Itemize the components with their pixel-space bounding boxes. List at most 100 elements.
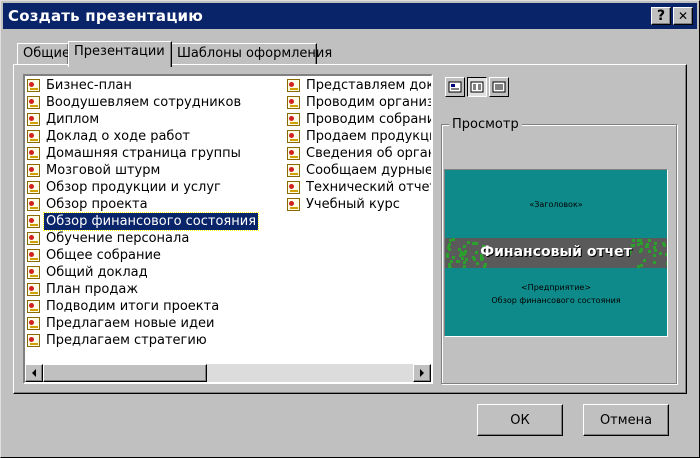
band-speckle	[647, 238, 651, 242]
band-speckle	[639, 264, 643, 268]
presentation-template-icon	[27, 249, 40, 262]
list-item-label: Воодушевляем сотрудников	[46, 95, 242, 110]
list-item[interactable]: Предлагаем новые идеи	[26, 315, 258, 332]
presentation-template-icon	[287, 147, 300, 160]
list-column-1: Бизнес-план Воодушевляем сотрудников Дипло…	[26, 77, 260, 349]
slide-title: Финансовый отчет	[480, 244, 632, 260]
list-item-label: Обзор продукции и услуг	[46, 180, 221, 195]
list-view-button[interactable]	[467, 77, 487, 97]
band-speckle	[665, 262, 667, 266]
list-item[interactable]: Подводим итоги проекта	[26, 298, 258, 315]
list-item[interactable]: Проводим организаци	[286, 94, 431, 111]
list-item-label: Подводим итоги проекта	[46, 299, 220, 314]
presentation-template-icon	[287, 113, 300, 126]
list-item[interactable]: Бизнес-план	[26, 77, 258, 94]
scroll-left-button[interactable]	[25, 364, 43, 382]
list-column-2: Представляем доклад Проводим организаци Пр…	[286, 77, 431, 213]
presentation-template-icon	[27, 164, 40, 177]
presentation-template-icon	[27, 96, 40, 109]
list-item[interactable]: Общий доклад	[26, 264, 258, 281]
list-item[interactable]: Продаем продукцию и	[286, 128, 431, 145]
presentation-template-icon	[287, 130, 300, 143]
slide-preview: «Заголовок» Финансовый отчет <Предприяти…	[445, 170, 667, 336]
help-button[interactable]: ?	[651, 7, 671, 25]
presentation-template-icon	[27, 266, 40, 279]
ok-button[interactable]: ОК	[477, 404, 563, 436]
cancel-button[interactable]: Отмена	[583, 404, 669, 436]
band-speckle	[456, 259, 460, 263]
band-speckle	[462, 264, 466, 268]
list-item[interactable]: Учебный курс	[286, 196, 431, 213]
list-item[interactable]: Воодушевляем сотрудников	[26, 94, 258, 111]
band-speckle	[636, 264, 640, 268]
presentation-template-icon	[27, 334, 40, 347]
presentation-template-icon	[27, 215, 40, 228]
presentation-template-icon	[27, 300, 40, 313]
details-view-button[interactable]	[489, 77, 509, 97]
horizontal-scrollbar[interactable]	[25, 364, 431, 382]
band-speckle	[475, 262, 479, 266]
list-item[interactable]: Диплом	[26, 111, 258, 128]
list-item-label: План продаж	[46, 282, 139, 297]
list-item[interactable]: Предлагаем стратегию	[26, 332, 258, 349]
list-item-label: Обзор проекта	[46, 197, 148, 212]
list-view-icon	[470, 81, 484, 93]
list-item-label: Домашняя страница группы	[46, 146, 241, 161]
list-item[interactable]: Проводим собрание	[286, 111, 431, 128]
list-item-label: Общий доклад	[46, 265, 148, 280]
list-item[interactable]: Представляем доклад	[286, 77, 431, 94]
presentation-template-icon	[27, 198, 40, 211]
list-item-label: Сообщаем дурные нов	[306, 163, 431, 178]
title-bar[interactable]: Создать презентацию ? ✕	[3, 3, 697, 29]
dialog-title: Создать презентацию	[8, 7, 204, 25]
presentation-template-icon	[27, 113, 40, 126]
presentation-template-icon	[27, 181, 40, 194]
list-item-label: Представляем доклад	[306, 78, 431, 93]
list-item[interactable]: Домашняя страница группы	[26, 145, 258, 162]
band-speckle	[636, 238, 640, 242]
presentation-template-icon	[287, 96, 300, 109]
list-item-label: Обзор финансового состояния	[42, 212, 260, 231]
tab-presentations[interactable]: Презентации	[68, 41, 172, 67]
list-item[interactable]: Общее собрание	[26, 247, 258, 264]
list-item[interactable]: Обзор проекта	[26, 196, 258, 213]
presentation-list[interactable]: Бизнес-план Воодушевляем сотрудников Дипло…	[23, 74, 433, 384]
list-item[interactable]: Обучение персонала	[26, 230, 258, 247]
band-speckle	[448, 265, 452, 268]
presentation-template-icon	[287, 181, 300, 194]
band-speckle	[448, 239, 452, 243]
preview-image: «Заголовок» Финансовый отчет <Предприяти…	[444, 169, 668, 337]
presentation-template-icon	[27, 317, 40, 330]
close-button[interactable]: ✕	[673, 7, 693, 25]
large-icons-view-button[interactable]	[445, 77, 465, 97]
list-item-label: Доклад о ходе работ	[46, 129, 190, 144]
list-item-label: Бизнес-план	[46, 78, 132, 93]
tab-design-templates[interactable]: Шаблоны оформления	[171, 43, 332, 65]
list-item-label: Продаем продукцию и	[306, 129, 431, 144]
presentation-template-icon	[287, 198, 300, 211]
list-item[interactable]: Обзор финансового состояния	[26, 212, 260, 231]
slide-subtitle: Обзор финансового состояния	[491, 296, 621, 305]
arrow-right-icon	[420, 369, 424, 377]
scroll-thumb[interactable]	[43, 364, 207, 382]
list-item[interactable]: План продаж	[26, 281, 258, 298]
slide-top-placeholder: «Заголовок»	[529, 200, 583, 209]
details-view-icon	[492, 81, 506, 93]
preview-label: Просмотр	[449, 117, 522, 132]
list-item-label: Учебный курс	[306, 197, 400, 212]
list-item-label: Общее собрание	[46, 248, 161, 263]
list-item[interactable]: Доклад о ходе работ	[26, 128, 258, 145]
list-item[interactable]: Обзор продукции и услуг	[26, 179, 258, 196]
list-item-label: Диплом	[46, 112, 100, 127]
presentation-template-icon	[27, 79, 40, 92]
list-item[interactable]: Мозговой штурм	[26, 162, 258, 179]
list-item-label: Проводим собрание	[306, 112, 431, 127]
slide-company: <Предприятие>	[520, 283, 592, 292]
list-item[interactable]: Сообщаем дурные нов	[286, 162, 431, 179]
list-item[interactable]: Сведения об организа	[286, 145, 431, 162]
scroll-right-button[interactable]	[413, 364, 431, 382]
close-icon: ✕	[677, 9, 689, 23]
list-item[interactable]: Технический отчет	[286, 179, 431, 196]
list-item-label: Технический отчет	[306, 180, 431, 195]
tab-general[interactable]: Общие	[17, 43, 70, 65]
